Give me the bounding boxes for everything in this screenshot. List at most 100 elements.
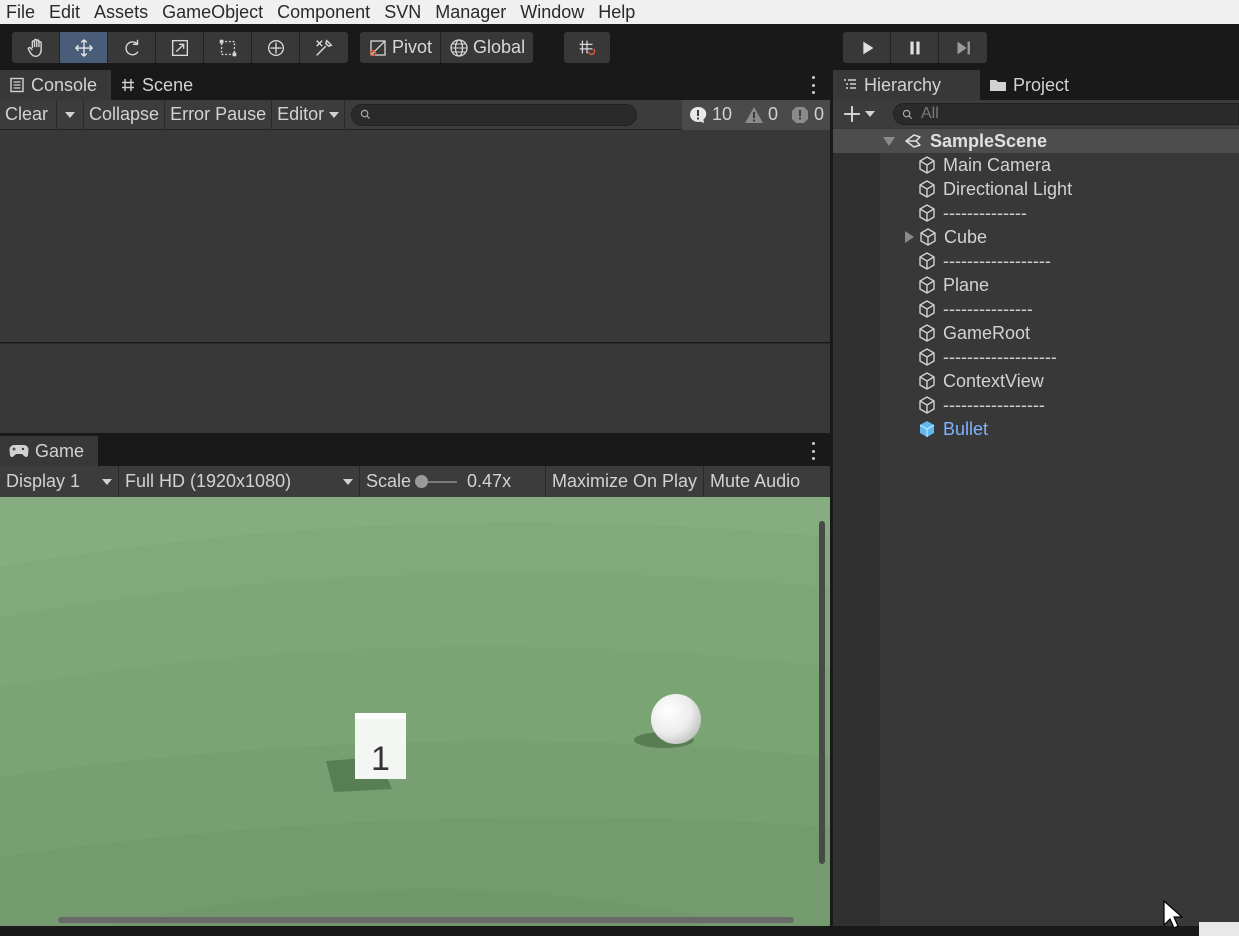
gameobject-cube-icon (919, 396, 935, 414)
scene-root-row[interactable]: SampleScene (833, 129, 1239, 153)
hand-tool-button[interactable] (12, 32, 60, 63)
game-viewport[interactable]: 1 (0, 497, 830, 927)
game-vertical-scrollbar[interactable] (819, 521, 825, 864)
hierarchy-item[interactable]: Bullet (833, 417, 1239, 441)
menu-svn[interactable]: SVN (377, 0, 428, 24)
mouse-cursor-icon (1163, 900, 1183, 929)
hierarchy-item[interactable]: ------------------- (833, 345, 1239, 369)
hierarchy-item[interactable]: GameRoot (833, 321, 1239, 345)
hierarchy-item[interactable]: -------------- (833, 201, 1239, 225)
scene-expand-arrow[interactable] (883, 136, 895, 146)
tab-hierarchy[interactable]: Hierarchy (833, 70, 980, 100)
scale-tool-button[interactable] (156, 32, 204, 63)
scale-slider-knob[interactable] (415, 474, 429, 488)
status-bar (0, 926, 1239, 936)
hierarchy-tab-bar: Hierarchy Project (833, 70, 1239, 100)
collapse-toggle[interactable]: Collapse (84, 99, 166, 130)
console-menu-icon[interactable] (810, 76, 816, 94)
info-count-toggle[interactable]: 10 (681, 99, 738, 130)
error-count-toggle[interactable]: 0 (783, 99, 830, 130)
pivot-icon (369, 39, 386, 56)
hierarchy-item[interactable]: Cube (833, 225, 1239, 249)
menu-assets[interactable]: Assets (87, 0, 155, 24)
transform-tool-button[interactable] (252, 32, 300, 63)
hierarchy-toolbar: All (833, 100, 1239, 128)
hierarchy-item-label: ----------------- (943, 394, 1045, 415)
rect-tool-button[interactable] (204, 32, 252, 63)
hierarchy-item-label: -------------- (943, 202, 1027, 223)
game-tab-bar: Game (0, 436, 830, 466)
custom-tool-button[interactable] (300, 32, 348, 63)
hierarchy-search-input[interactable]: All (893, 103, 1239, 125)
clear-options-dropdown[interactable] (57, 99, 85, 130)
resolution-dropdown[interactable]: Full HD (1920x1080) (119, 466, 360, 497)
tab-console[interactable]: Console (0, 70, 112, 100)
game-menu-icon[interactable] (810, 442, 816, 460)
rotate-tool-button[interactable] (108, 32, 156, 63)
tab-scene[interactable]: Scene (111, 70, 207, 100)
tools-icon (316, 38, 333, 56)
menu-gameobject[interactable]: GameObject (155, 0, 270, 24)
warning-count-toggle[interactable]: 0 (737, 99, 784, 130)
maximize-label: Maximize On Play (552, 471, 698, 491)
pause-icon (909, 41, 920, 54)
hierarchy-item[interactable]: ContextView (833, 369, 1239, 393)
hierarchy-item[interactable]: Directional Light (833, 177, 1239, 201)
menu-component[interactable]: Component (270, 0, 377, 24)
mute-label: Mute Audio (710, 471, 801, 491)
tab-game[interactable]: Game (0, 436, 99, 466)
create-dropdown[interactable] (833, 100, 883, 128)
tab-project[interactable]: Project (980, 70, 1083, 100)
console-search-input[interactable] (351, 103, 638, 126)
folder-icon (990, 80, 1006, 91)
scale-control: Scale 0.47x (360, 466, 546, 497)
game-toolbar: Display 1 Full HD (1920x1080) Scale 0.47… (0, 466, 830, 497)
info-count: 10 (711, 104, 732, 124)
hierarchy-item[interactable]: --------------- (833, 297, 1239, 321)
console-detail-pane[interactable] (0, 343, 830, 433)
error-pause-toggle[interactable]: Error Pause (165, 99, 273, 130)
gameobject-cube-icon (920, 228, 936, 246)
step-button[interactable] (939, 32, 987, 63)
menu-window[interactable]: Window (513, 0, 591, 24)
global-label: Global (473, 37, 526, 57)
menu-file[interactable]: File (0, 0, 42, 24)
pause-button[interactable] (891, 32, 939, 63)
gameobject-cube-icon (919, 180, 935, 198)
maximize-on-play-toggle[interactable]: Maximize On Play (546, 466, 705, 497)
snap-group (564, 32, 610, 63)
hierarchy-item[interactable]: Plane (833, 273, 1239, 297)
menu-help[interactable]: Help (591, 0, 642, 24)
scale-icon (171, 39, 188, 56)
clear-label: Clear (5, 104, 49, 124)
menu-bar: File Edit Assets GameObject Component SV… (0, 0, 1239, 24)
play-button[interactable] (843, 32, 891, 63)
scale-slider[interactable] (415, 474, 458, 488)
pivot-button[interactable]: Pivot (360, 32, 442, 63)
chevron-down-icon (865, 111, 875, 117)
hierarchy-item[interactable]: ----------------- (833, 393, 1239, 417)
menu-manager[interactable]: Manager (428, 0, 513, 24)
game-horizontal-scrollbar[interactable] (58, 917, 794, 923)
editor-dropdown[interactable]: Editor (272, 99, 346, 130)
hierarchy-item[interactable]: ------------------ (833, 249, 1239, 273)
display-dropdown[interactable]: Display 1 (0, 466, 119, 497)
hierarchy-item-label: Plane (943, 274, 990, 295)
global-button[interactable]: Global (441, 32, 533, 63)
rect-transform-icon (219, 39, 236, 56)
search-icon (360, 109, 371, 120)
clear-button[interactable]: Clear (0, 99, 58, 130)
console-log-list[interactable] (0, 130, 830, 342)
scene-hash-icon (122, 79, 135, 91)
chevron-down-icon (329, 111, 340, 118)
gameobject-cube-icon (919, 276, 935, 294)
menu-edit[interactable]: Edit (42, 0, 87, 24)
hierarchy-item[interactable]: Main Camera (833, 153, 1239, 177)
grid-snap-button[interactable] (564, 32, 610, 63)
move-tool-button[interactable] (60, 32, 108, 63)
hierarchy-item-label: Directional Light (943, 178, 1073, 199)
console-toolbar: Clear Collapse Error Pause Editor 10 0 0 (0, 99, 830, 130)
scene-name: SampleScene (930, 130, 1048, 151)
mute-audio-toggle[interactable]: Mute Audio (704, 466, 806, 497)
expand-arrow-icon[interactable] (905, 231, 914, 243)
